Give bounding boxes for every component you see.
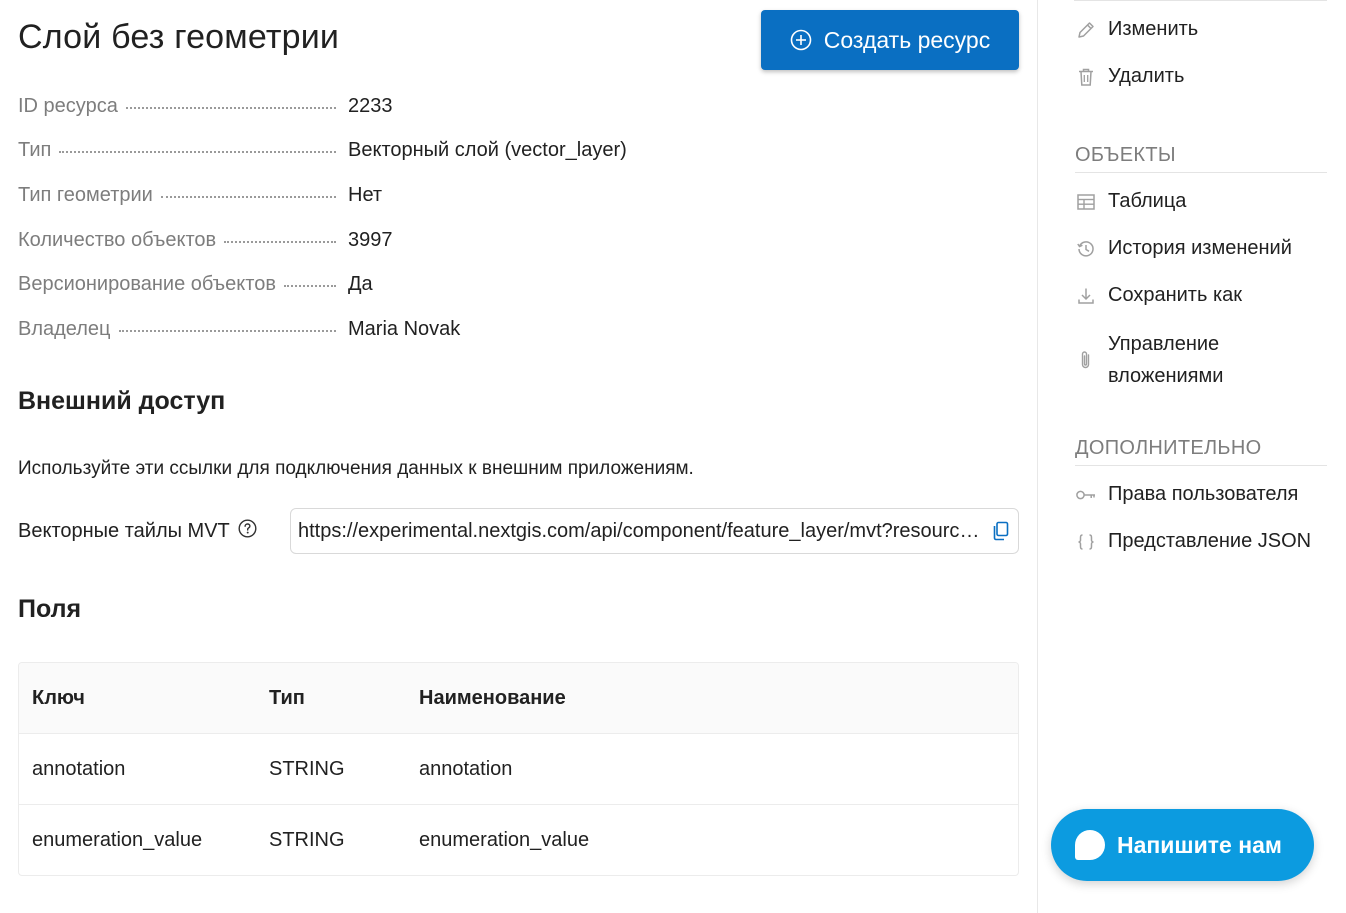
fields-table: Ключ Тип Наименование annotation STRING … (18, 662, 1019, 876)
property-key: Версионирование объектов (18, 273, 276, 296)
column-header-type: Тип (269, 686, 305, 709)
history-icon (1075, 238, 1097, 260)
table-header-row: Ключ Тип Наименование (19, 663, 1018, 734)
help-icon[interactable] (238, 519, 257, 544)
plus-circle-icon (790, 29, 812, 51)
sidebar-item-save-as[interactable]: Сохранить как (1075, 284, 1242, 307)
chat-button-label: Напишите нам (1117, 831, 1282, 858)
external-access-heading: Внешний доступ (18, 387, 226, 415)
sidebar-item-json-view[interactable]: Представление JSON (1075, 530, 1311, 553)
table-cell-display-name: enumeration_value (419, 828, 590, 851)
property-value: 3997 (348, 228, 393, 251)
table-icon (1075, 191, 1097, 213)
leader-dots (224, 240, 336, 243)
table-cell-type: STRING (269, 757, 345, 780)
property-value: Maria Novak (348, 317, 461, 340)
leader-dots (125, 106, 336, 109)
key-icon (1075, 484, 1097, 506)
table-cell-display-name: annotation (419, 757, 513, 780)
braces-icon (1075, 531, 1097, 553)
sidebar-item-delete[interactable]: Удалить (1075, 65, 1184, 88)
leader-dots (118, 329, 336, 332)
sidebar-divider (1074, 0, 1327, 1)
create-resource-button[interactable]: Создать ресурс (761, 10, 1019, 70)
table-cell-key: annotation (32, 757, 126, 780)
trash-icon (1075, 66, 1097, 88)
sidebar-item-label: Изменить (1108, 18, 1199, 40)
property-key: Тип геометрии (18, 183, 153, 206)
mvt-url-text[interactable]: https://experimental.nextgis.com/api/com… (298, 520, 984, 543)
property-key: Количество объектов (18, 228, 217, 251)
column-header-key: Ключ (32, 686, 85, 709)
property-row: Количество объектов 3997 (18, 218, 1019, 263)
table-cell-type: STRING (269, 828, 345, 851)
fields-heading: Поля (18, 595, 82, 623)
table-cell-key: enumeration_value (32, 828, 203, 851)
chat-bubble-icon (1075, 830, 1105, 860)
main-content: Слой без геометрии Создать ресурс ID рес… (18, 0, 1019, 913)
sidebar-item-attachments[interactable]: Управление вложениями (1075, 328, 1288, 392)
sidebar-item-label: Удалить (1108, 65, 1185, 87)
property-row: Версионирование объектов Да (18, 262, 1019, 307)
sidebar-item-history[interactable]: История изменений (1075, 237, 1292, 260)
page-title: Слой без геометрии (18, 18, 340, 56)
property-value: Нет (348, 183, 383, 206)
leader-dots (59, 151, 336, 154)
sidebar-item-label: Сохранить как (1108, 284, 1243, 306)
extra-section-heading: ДОПОЛНИТЕЛЬНО (1075, 437, 1327, 466)
resource-properties: ID ресурса 2233 Тип Векторный слой (vect… (18, 84, 1019, 352)
chat-widget-button[interactable]: Напишите нам (1051, 809, 1314, 881)
sidebar-item-user-permissions[interactable]: Права пользователя (1075, 483, 1298, 506)
sidebar-item-label: Таблица (1108, 190, 1187, 212)
sidebar-item-label: Представление JSON (1108, 530, 1312, 552)
property-key: Тип (18, 139, 52, 162)
table-row: enumeration_value STRING enumeration_val… (19, 805, 1018, 875)
property-row: ID ресурса 2233 (18, 84, 1019, 129)
copy-icon[interactable] (992, 521, 1010, 541)
column-header-display-name: Наименование (419, 686, 566, 709)
sidebar-item-label: История изменений (1108, 237, 1292, 259)
create-resource-label: Создать ресурс (823, 26, 991, 53)
mvt-label-text: Векторные тайлы MVT (18, 520, 230, 542)
mvt-label: Векторные тайлы MVT (18, 519, 257, 544)
property-value: Векторный слой (vector_layer) (348, 139, 627, 162)
paperclip-icon (1075, 349, 1097, 371)
property-key: ID ресурса (18, 94, 118, 117)
property-value: Да (348, 273, 373, 296)
sidebar-item-table[interactable]: Таблица (1075, 190, 1186, 213)
property-value: 2233 (348, 94, 393, 117)
sidebar-item-label: Права пользователя (1108, 483, 1299, 505)
property-row: Владелец Maria Novak (18, 307, 1019, 352)
pencil-icon (1075, 19, 1097, 41)
mvt-url-field[interactable]: https://experimental.nextgis.com/api/com… (290, 508, 1019, 554)
property-key: Владелец (18, 317, 111, 340)
objects-section-heading: ОБЪЕКТЫ (1075, 144, 1327, 173)
sidebar-item-edit[interactable]: Изменить (1075, 18, 1198, 41)
download-icon (1075, 285, 1097, 307)
property-row: Тип Векторный слой (vector_layer) (18, 129, 1019, 174)
leader-dots (160, 195, 336, 198)
property-row: Тип геометрии Нет (18, 173, 1019, 218)
leader-dots (283, 285, 336, 288)
sidebar-item-label: Управление вложениями (1108, 333, 1224, 387)
actions-sidebar: Изменить Удалить ОБЪЕКТЫ Таблица История… (1037, 0, 1346, 913)
external-access-description: Используйте эти ссылки для подключения д… (18, 458, 694, 479)
table-row: annotation STRING annotation (19, 734, 1018, 805)
